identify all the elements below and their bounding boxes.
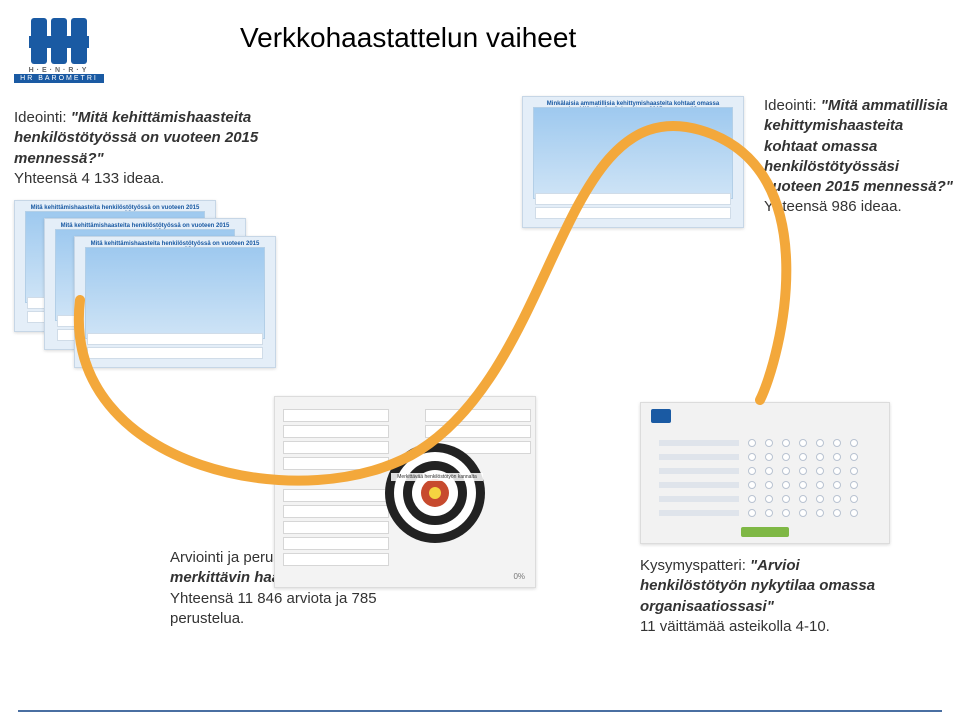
target-center-label: Merkittävää henkilöstötyön kannalta bbox=[391, 473, 483, 481]
page-title: Verkkohaastattelun vaiheet bbox=[240, 22, 576, 54]
caption-tail: 11 väittämää asteikolla 4-10. bbox=[640, 618, 830, 635]
footer-divider bbox=[18, 710, 942, 712]
bullseye-icon bbox=[385, 443, 485, 543]
logo-label: H·E·N·R·Y bbox=[14, 67, 104, 74]
survey-caption: Kysymyspatteri: "Arvioi henkilöstötyön n… bbox=[640, 556, 890, 637]
caption-tail: Yhteensä 986 ideaa. bbox=[764, 198, 902, 215]
ideation-right-caption: Ideointi: "Mitä ammatillisia kehittymish… bbox=[764, 96, 954, 218]
caption-lead: Kysymyspatteri: bbox=[640, 557, 746, 574]
caption-lead: Ideointi: bbox=[14, 109, 67, 126]
screenshot-survey bbox=[640, 402, 890, 544]
caption-tail: Yhteensä 4 133 ideaa. bbox=[14, 170, 164, 187]
logo-sub: HR BAROMETRI bbox=[14, 74, 104, 83]
screenshot-ideation-right: Minkälaisia ammatillisia kehittymishaast… bbox=[522, 96, 744, 228]
caption-lead: Ideointi: bbox=[764, 97, 817, 114]
caption-tail: Yhteensä 11 846 arviota ja 785 perustelu… bbox=[170, 590, 377, 627]
ideation-left-caption: Ideointi: "Mitä kehittämishaasteita henk… bbox=[14, 108, 264, 189]
screenshot-target: Merkittävää henkilöstötyön kannalta 0% bbox=[274, 396, 536, 588]
screenshot-ideation-3: Mitä kehittämishaasteita henkilöstötyöss… bbox=[74, 236, 276, 368]
logo: H·E·N·R·Y HR BAROMETRI bbox=[14, 18, 104, 88]
target-percent: 0% bbox=[513, 572, 525, 581]
